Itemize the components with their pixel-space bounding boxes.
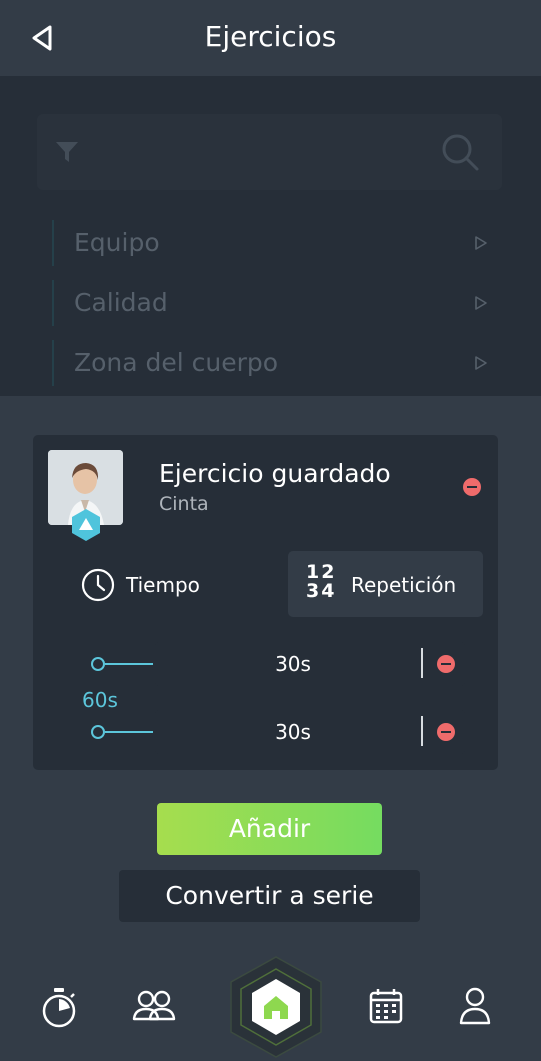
- interval-value[interactable]: 30s: [155, 652, 431, 676]
- row-divider: [421, 648, 423, 678]
- clock-icon: [81, 568, 115, 602]
- interval-row: 30s: [155, 642, 465, 686]
- filter-item-calidad[interactable]: Calidad: [52, 280, 502, 326]
- mode-repetition-button[interactable]: 12 34 Repetición: [288, 551, 483, 617]
- remove-interval-button[interactable]: [437, 655, 455, 673]
- mode-repetition-label: Repetición: [351, 573, 457, 597]
- chevron-right-icon: [475, 296, 487, 310]
- numbers-icon: 12 34: [306, 561, 337, 602]
- interval-row: 30s: [155, 710, 465, 754]
- row-divider: [421, 716, 423, 746]
- slider-knob[interactable]: [91, 657, 105, 671]
- filter-item-label: Calidad: [74, 288, 168, 317]
- level-badge-icon: [72, 509, 100, 541]
- interval-slider[interactable]: [91, 724, 153, 740]
- slider-track: [105, 663, 153, 665]
- exercise-subtitle: Cinta: [159, 493, 209, 515]
- filter-item-equipo[interactable]: Equipo: [52, 220, 502, 266]
- remove-interval-button[interactable]: [437, 723, 455, 741]
- search-icon[interactable]: [440, 132, 480, 172]
- slider-track: [105, 731, 153, 733]
- profile-icon[interactable]: [453, 985, 497, 1029]
- filter-item-bar: [52, 280, 54, 326]
- filter-item-label: Equipo: [74, 228, 160, 257]
- add-button[interactable]: Añadir: [157, 803, 382, 855]
- filter-panel: Equipo Calidad Zona del cuerpo: [0, 76, 541, 396]
- remove-exercise-button[interactable]: [463, 478, 481, 496]
- bottom-nav: [0, 955, 541, 1061]
- filter-item-bar: [52, 340, 54, 386]
- slider-knob[interactable]: [91, 725, 105, 739]
- search-bar[interactable]: [37, 114, 502, 190]
- filter-item-label: Zona del cuerpo: [74, 348, 279, 377]
- home-icon[interactable]: [228, 955, 324, 1059]
- group-icon[interactable]: [132, 985, 176, 1029]
- stopwatch-icon[interactable]: [37, 985, 81, 1029]
- funnel-icon[interactable]: [55, 140, 79, 164]
- mode-time-label: Tiempo: [126, 573, 200, 597]
- page-title: Ejercicios: [204, 20, 337, 53]
- header: Ejercicios: [0, 0, 541, 76]
- filter-item-bar: [52, 220, 54, 266]
- interval-slider[interactable]: [91, 656, 153, 672]
- filter-item-zona-del-cuerpo[interactable]: Zona del cuerpo: [52, 340, 502, 386]
- exercise-title: Ejercicio guardado: [159, 459, 391, 488]
- interval-value[interactable]: 30s: [155, 720, 431, 744]
- calendar-icon[interactable]: [364, 985, 408, 1029]
- mode-time-button[interactable]: Tiempo: [81, 565, 211, 605]
- chevron-right-icon: [475, 236, 487, 250]
- total-duration: 60s: [82, 688, 118, 712]
- chevron-right-icon: [475, 356, 487, 370]
- exercise-card: Ejercicio guardado Cinta Tiempo 12 34 Rep…: [33, 435, 498, 770]
- convert-to-series-button[interactable]: Convertir a serie: [119, 870, 420, 922]
